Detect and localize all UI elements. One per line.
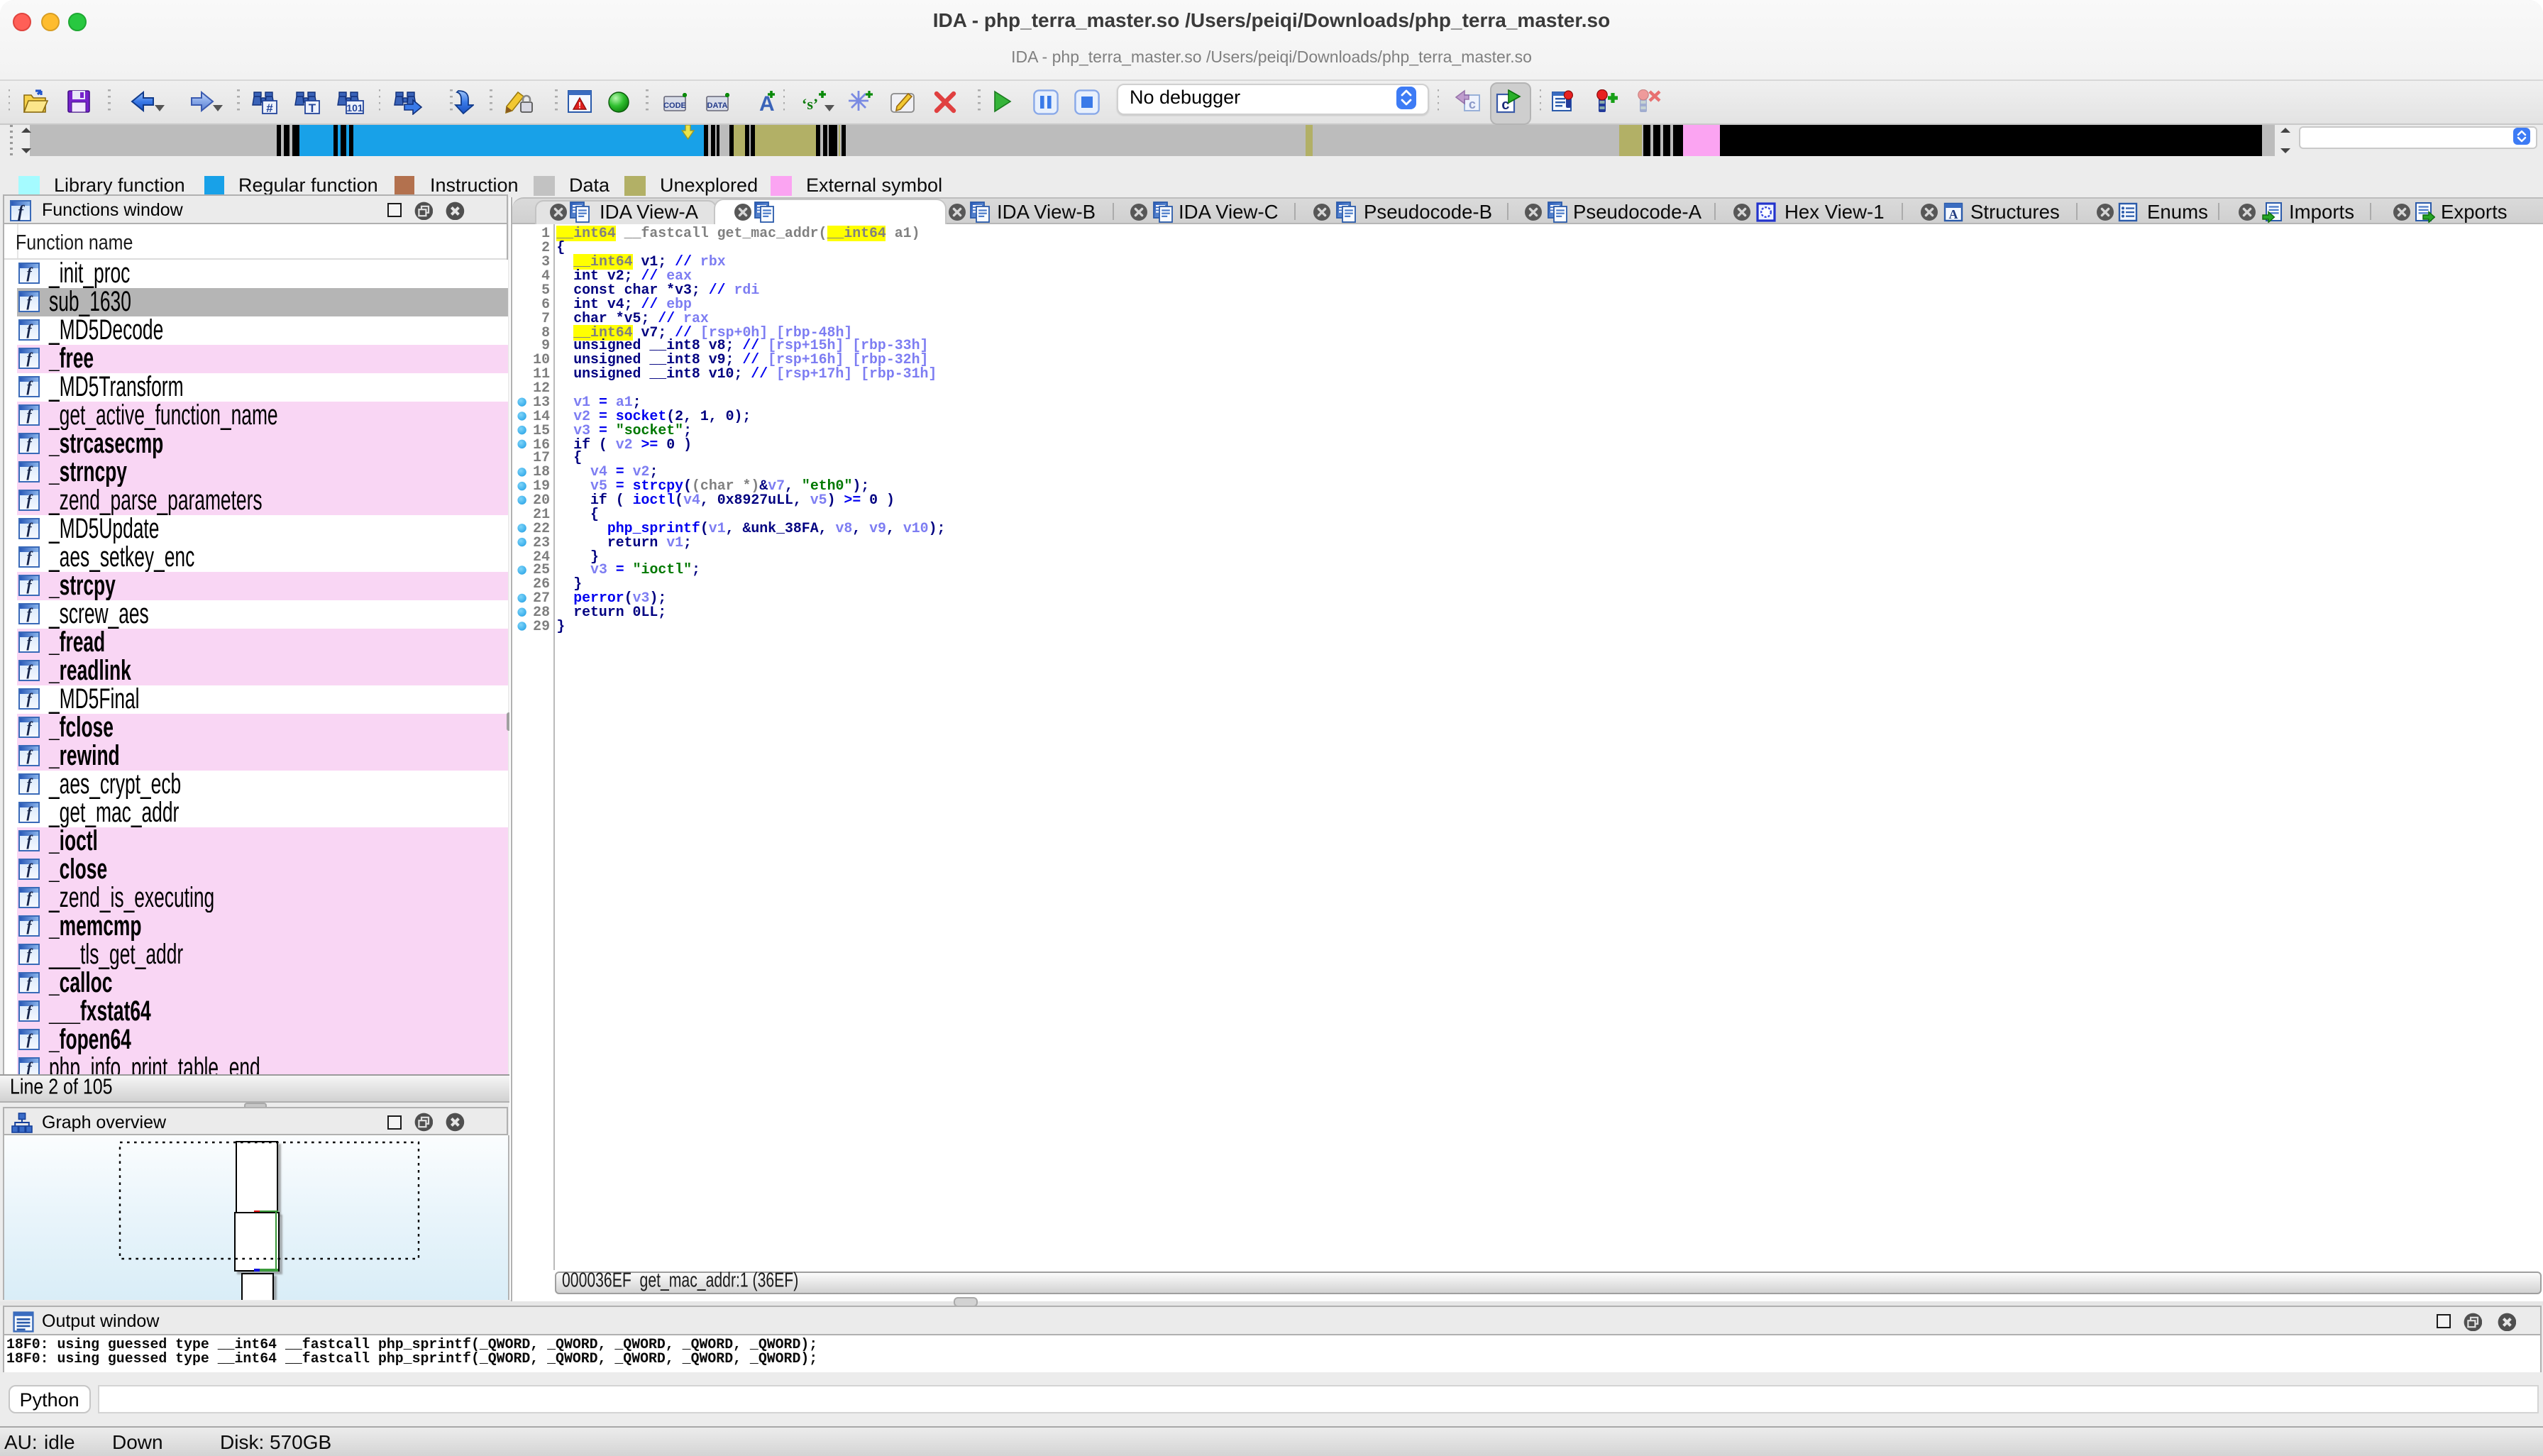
svg-text:A: A xyxy=(1948,207,1958,221)
svg-text:T: T xyxy=(309,101,316,114)
svg-text:#: # xyxy=(266,101,273,114)
svg-text:101: 101 xyxy=(346,101,363,113)
svg-text:‘s’: ‘s’ xyxy=(802,94,818,112)
svg-text:DATA: DATA xyxy=(707,101,728,109)
svg-text:CODE: CODE xyxy=(663,101,686,109)
svg-text:c: c xyxy=(1469,98,1477,112)
svg-text:!: ! xyxy=(578,99,581,109)
